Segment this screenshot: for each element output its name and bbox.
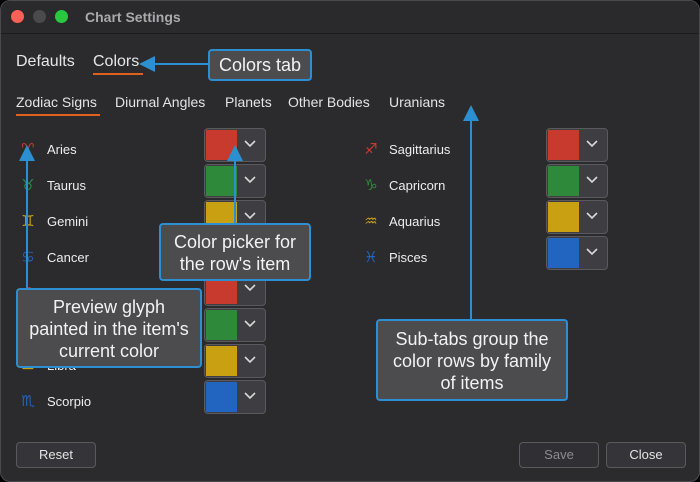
callout-colors-tab: Colors tab (208, 49, 312, 81)
chart-settings-window: Chart Settings Defaults Colors Zodiac Si… (0, 0, 700, 482)
callout-subtabs: Sub-tabs group the color rows by family … (376, 319, 568, 401)
callout-color-picker: Color picker for the row's item (159, 223, 311, 281)
callout-preview-glyph: Preview glyph painted in the item's curr… (16, 288, 202, 368)
annotation-arrows (19, 56, 479, 319)
